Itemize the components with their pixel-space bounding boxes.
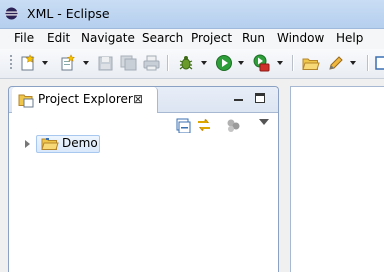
window-title: XML - Eclipse — [27, 6, 110, 21]
save-all-button[interactable] — [119, 54, 139, 72]
menu-file[interactable]: File — [14, 31, 34, 45]
print-icon — [143, 55, 160, 71]
open-folder-icon — [302, 58, 320, 70]
main-toolbar — [0, 49, 384, 79]
overflow-button[interactable] — [374, 54, 384, 72]
toolbar-separator — [292, 55, 294, 71]
debug-button[interactable] — [176, 54, 196, 72]
focus-task-icon — [227, 119, 240, 132]
tab-label: Project Explorer — [38, 92, 133, 106]
new-wizard-button[interactable] — [19, 54, 39, 72]
debug-dropdown[interactable] — [201, 61, 207, 65]
new-file-icon — [61, 54, 75, 71]
new-wizard-icon — [21, 54, 35, 71]
new-file-dropdown[interactable] — [83, 61, 89, 65]
edit-dropdown[interactable] — [350, 61, 356, 65]
expand-arrow-icon[interactable] — [25, 140, 30, 148]
menu-help[interactable]: Help — [336, 31, 363, 45]
focus-task-button[interactable] — [225, 117, 243, 133]
tab-project-explorer[interactable]: Project Explorer ⊠ — [12, 87, 158, 113]
pencil-icon — [329, 56, 343, 70]
open-folder-button[interactable] — [301, 54, 321, 72]
print-button[interactable] — [142, 54, 162, 72]
menu-run[interactable]: Run — [242, 31, 265, 45]
menu-window[interactable]: Window — [277, 31, 324, 45]
toolbar-separator — [367, 55, 369, 71]
link-with-editor-button[interactable] — [195, 117, 213, 133]
new-file-button[interactable] — [59, 54, 79, 72]
folder-open-icon — [41, 138, 59, 150]
menu-bar: File Edit Navigate Search Project Run Wi… — [0, 29, 384, 49]
project-explorer-view: Project Explorer ⊠ Demo — [8, 86, 279, 272]
run-dropdown[interactable] — [238, 61, 244, 65]
external-tools-dropdown[interactable] — [277, 61, 283, 65]
tree-item-demo[interactable]: Demo — [36, 135, 100, 153]
edit-button[interactable] — [326, 54, 346, 72]
new-wizard-dropdown[interactable] — [42, 61, 48, 65]
tree-item-label: Demo — [62, 136, 98, 150]
view-menu-icon[interactable] — [259, 119, 269, 125]
project-explorer-icon — [18, 94, 34, 108]
toolbar-separator — [167, 55, 169, 71]
maximize-button[interactable] — [255, 93, 265, 103]
external-tools-icon — [253, 54, 270, 72]
link-with-editor-icon — [198, 118, 210, 132]
menu-search[interactable]: Search — [142, 31, 183, 45]
save-all-icon — [120, 55, 137, 71]
save-button[interactable] — [96, 54, 116, 72]
menu-edit[interactable]: Edit — [47, 31, 70, 45]
minimize-icon — [234, 99, 243, 101]
toolbar-grip[interactable] — [10, 55, 12, 71]
save-icon — [98, 56, 113, 71]
view-header: Project Explorer ⊠ — [9, 87, 278, 113]
collapse-all-icon — [176, 118, 191, 134]
menu-project[interactable]: Project — [191, 31, 232, 45]
run-button[interactable] — [214, 54, 234, 72]
menu-navigate[interactable]: Navigate — [81, 31, 135, 45]
collapse-all-button[interactable] — [174, 117, 192, 134]
perspective-icon — [375, 56, 384, 70]
eclipse-logo-icon — [5, 7, 18, 20]
title-bar: XML - Eclipse — [0, 0, 384, 29]
close-icon[interactable]: ⊠ — [133, 92, 143, 106]
debug-icon — [179, 56, 193, 70]
run-icon — [216, 55, 232, 71]
external-tools-button[interactable] — [251, 54, 271, 72]
minimize-button[interactable] — [234, 93, 244, 103]
editor-area[interactable] — [290, 86, 384, 272]
